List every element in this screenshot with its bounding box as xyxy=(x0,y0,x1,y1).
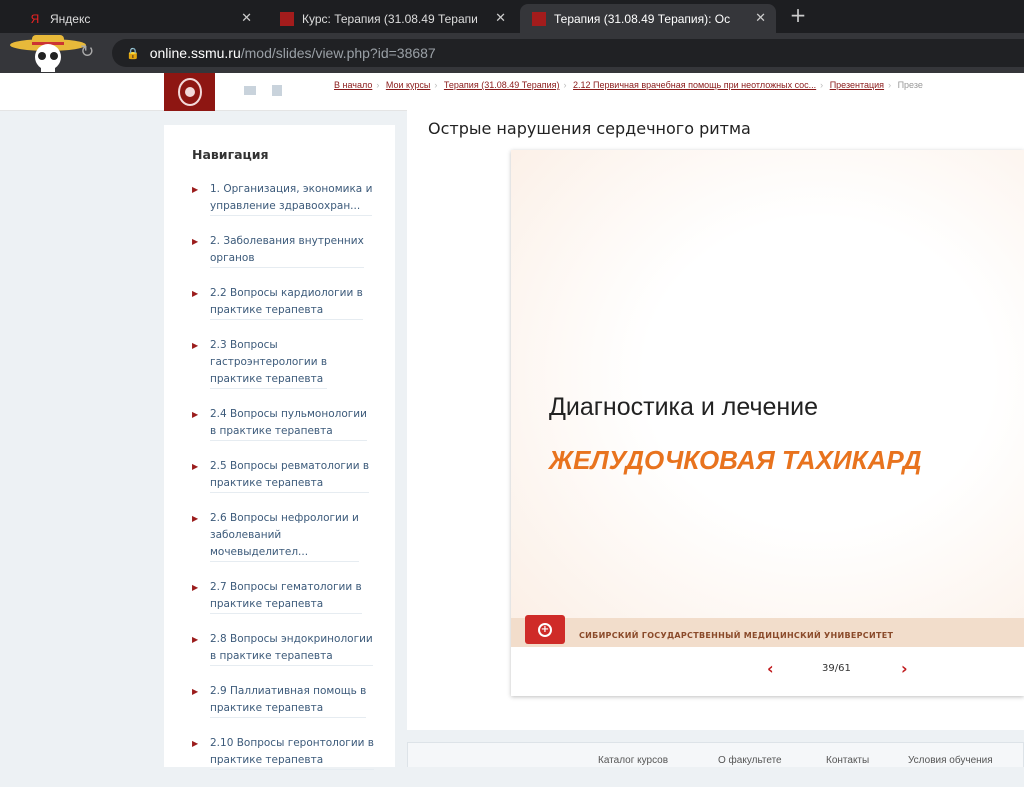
bullet-icon: ▶ xyxy=(192,289,199,298)
nav-item-label: 2. Заболевания внутренних органов xyxy=(210,233,364,268)
slide-canvas: Диагностика и лечение ЖЕЛУДОЧКОВАЯ ТАХИК… xyxy=(511,150,1024,647)
prev-slide-button[interactable]: ‹ xyxy=(767,659,774,678)
medical-kit-icon: + xyxy=(525,615,565,644)
site-header: В начало › Мои курсы › Терапия (31.08.49 Т… xyxy=(0,73,1024,111)
site-footer: Каталог курсов О факультете Контакты Усл… xyxy=(407,742,1024,767)
tab-presentation[interactable]: Терапия (31.08.49 Терапия): Ос ✕ xyxy=(520,4,776,33)
nav-item-label: 2.4 Вопросы пульмонологии в практике тер… xyxy=(210,406,367,441)
slide-pager: ‹ 39/61 › xyxy=(511,647,1024,696)
tab-title: Курс: Терапия (31.08.49 Терапи xyxy=(302,11,478,26)
nav-item-label: 2.9 Паллиативная помощь в практике терап… xyxy=(210,683,367,718)
ssmu-logo[interactable] xyxy=(164,73,215,111)
nav-item[interactable]: ▶ 1. Организация, экономика и управление … xyxy=(192,181,374,216)
bullet-icon: ▶ xyxy=(192,514,199,523)
tab-title: Яндекс xyxy=(50,11,91,26)
yandex-icon: Я xyxy=(30,11,40,26)
nav-item-label: 2.10 Вопросы геронтологии в практике тер… xyxy=(210,735,374,770)
new-tab-button[interactable]: + xyxy=(786,4,810,28)
nav-item[interactable]: ▶ 2.7 Вопросы гематологии в практике тера… xyxy=(192,579,374,614)
navigation-list: ▶ 1. Организация, экономика и управление … xyxy=(192,181,374,787)
calendar-icon[interactable] xyxy=(272,85,282,96)
next-slide-button[interactable]: › xyxy=(901,659,908,678)
navigation-block: Навигация ▶ 1. Организация, экономика и у… xyxy=(164,125,395,770)
url-host: online.ssmu.ru xyxy=(149,45,241,61)
nav-item[interactable]: ▶ 2.8 Вопросы эндокринологии в практике т… xyxy=(192,631,374,666)
nav-item[interactable]: ▶ 2.10 Вопросы геронтологии в практике те… xyxy=(192,735,374,770)
address-bar-row: ↻ 🔒 online.ssmu.ru/mod/slides/view.php?i… xyxy=(0,33,1024,73)
tab-course[interactable]: Курс: Терапия (31.08.49 Терапи ✕ xyxy=(268,4,516,33)
nav-item[interactable]: ▶ 2.9 Паллиативная помощь в практике тера… xyxy=(192,683,374,718)
ssmu-icon xyxy=(280,11,294,26)
skull-avatar-icon xyxy=(10,35,86,72)
nav-item[interactable]: ▶ 2.5 Вопросы ревматологии в практике тер… xyxy=(192,458,374,493)
page-title: Острые нарушения сердечного ритма xyxy=(428,119,751,138)
breadcrumb-home[interactable]: В начало xyxy=(334,80,372,90)
close-tab-icon[interactable]: ✕ xyxy=(755,10,766,26)
breadcrumb-section[interactable]: 2.12 Первичная врачебная помощь при неот… xyxy=(573,80,816,90)
breadcrumb-my-courses[interactable]: Мои курсы xyxy=(386,80,431,90)
url-field[interactable]: 🔒 online.ssmu.ru/mod/slides/view.php?id=… xyxy=(112,39,1024,67)
bullet-icon: ▶ xyxy=(192,185,199,194)
bullet-icon: ▶ xyxy=(192,687,199,696)
footer-link-terms[interactable]: Условия обучения xyxy=(908,755,993,766)
mail-icon[interactable] xyxy=(244,86,256,95)
url-path: /mod/slides/view.php?id=38687 xyxy=(240,45,436,61)
reload-icon[interactable]: ↻ xyxy=(80,42,94,62)
nav-item[interactable]: ▶ 2.6 Вопросы нефрологии и заболеваний мо… xyxy=(192,510,374,562)
crest-icon xyxy=(177,78,202,106)
nav-item-label: 2.5 Вопросы ревматологии в практике тера… xyxy=(210,458,370,493)
bullet-icon: ▶ xyxy=(192,410,199,419)
bullet-icon: ▶ xyxy=(192,739,199,748)
university-name: СИБИРСКИЙ ГОСУДАРСТВЕННЫЙ МЕДИЦИНСКИЙ УН… xyxy=(579,631,894,640)
nav-item-label: 2.6 Вопросы нефрологии и заболеваний моч… xyxy=(210,510,359,562)
breadcrumb: В начало › Мои курсы › Терапия (31.08.49 Т… xyxy=(334,80,923,90)
close-tab-icon[interactable]: ✕ xyxy=(241,10,252,26)
breadcrumb-course[interactable]: Терапия (31.08.49 Терапия) xyxy=(444,80,560,90)
tab-title: Терапия (31.08.49 Терапия): Ос xyxy=(554,11,731,26)
nav-item[interactable]: ▶ 2.3 Вопросы гастроэнтерологии в практик… xyxy=(192,337,374,389)
nav-item-label: 2.8 Вопросы эндокринологии в практике те… xyxy=(210,631,373,666)
nav-item[interactable]: ▶ 2. Заболевания внутренних органов xyxy=(192,233,374,268)
nav-item-label: 2.3 Вопросы гастроэнтерологии в практике… xyxy=(210,337,328,389)
footer-link-about[interactable]: О факультете xyxy=(718,755,782,766)
breadcrumb-presentation[interactable]: Презентация xyxy=(830,80,884,90)
footer-link-catalog[interactable]: Каталог курсов xyxy=(598,755,668,766)
nav-item-label: 2.7 Вопросы гематологии в практике терап… xyxy=(210,579,362,614)
lock-icon: 🔒 xyxy=(126,47,140,60)
nav-item[interactable]: ▶ 2.2 Вопросы кардиологии в практике тера… xyxy=(192,285,374,320)
slide-counter: 39/61 xyxy=(822,663,851,674)
nav-item-label: 1. Организация, экономика и управление з… xyxy=(210,181,373,216)
browser-tab-bar: Я Яндекс ✕ Курс: Терапия (31.08.49 Терап… xyxy=(0,0,1024,33)
tab-yandex[interactable]: Я Яндекс ✕ xyxy=(16,4,262,33)
bullet-icon: ▶ xyxy=(192,341,199,350)
slide-viewer: Диагностика и лечение ЖЕЛУДОЧКОВАЯ ТАХИК… xyxy=(511,150,1024,696)
close-tab-icon[interactable]: ✕ xyxy=(495,10,506,26)
bullet-icon: ▶ xyxy=(192,635,199,644)
slide-subtitle: Диагностика и лечение xyxy=(549,393,819,421)
slide-heading: ЖЕЛУДОЧКОВАЯ ТАХИКАРД xyxy=(549,445,922,475)
nav-item-label: 2.2 Вопросы кардиологии в практике терап… xyxy=(210,285,363,320)
ssmu-icon xyxy=(532,11,546,26)
main-content: Острые нарушения сердечного ритма Диагно… xyxy=(407,110,1024,730)
navigation-title: Навигация xyxy=(192,147,269,162)
breadcrumb-current: Презе xyxy=(897,80,923,90)
bullet-icon: ▶ xyxy=(192,237,199,246)
footer-link-contacts[interactable]: Контакты xyxy=(826,755,869,766)
bullet-icon: ▶ xyxy=(192,583,199,592)
nav-item[interactable]: ▶ 2.4 Вопросы пульмонологии в практике те… xyxy=(192,406,374,441)
bullet-icon: ▶ xyxy=(192,462,199,471)
